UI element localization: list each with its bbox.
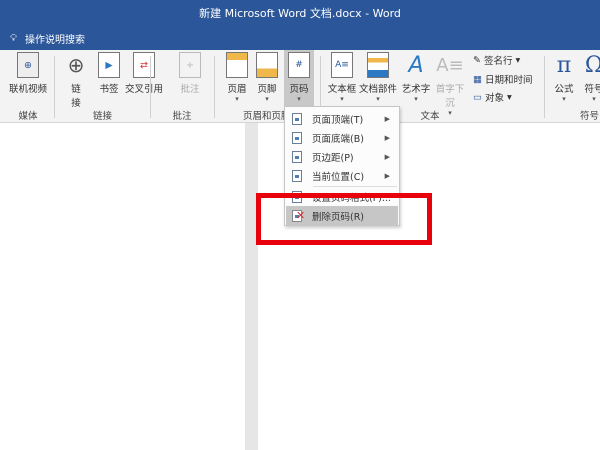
page-margin-icon <box>292 150 302 163</box>
footer-button[interactable]: 页脚 ▾ <box>254 52 280 103</box>
group-text: 文本 <box>420 111 440 122</box>
window-title: 新建 Microsoft Word 文档.docx - Word <box>199 7 401 20</box>
group-links: 链接 <box>92 111 112 122</box>
signature-icon: ✎ <box>473 54 481 66</box>
wordart-icon: A <box>408 52 424 78</box>
highlight-annotation-box <box>256 193 432 245</box>
menu-item-top-of-page[interactable]: 页面顶端(T) ▶ <box>286 109 398 128</box>
comment-button[interactable]: + 批注 <box>176 52 204 95</box>
bookmark-icon: ▶ <box>98 52 120 78</box>
search-label: 操作说明搜索 <box>25 35 85 46</box>
omega-icon: Ω <box>584 52 600 78</box>
symbol-button[interactable]: Ω 符号 ▾ <box>582 52 600 104</box>
header-icon <box>226 52 248 78</box>
page-number-icon: # <box>288 52 310 78</box>
bookmark-button[interactable]: ▶ 书签 <box>96 52 122 95</box>
lightbulb-icon: 💡︎ <box>10 33 17 44</box>
quick-parts-icon <box>367 52 389 78</box>
menu-item-page-margins[interactable]: 页边距(P) ▶ <box>286 147 398 166</box>
menu-item-bottom-of-page[interactable]: 页面底端(B) ▶ <box>286 128 398 147</box>
online-video-button[interactable]: ⊕ 联机视频 <box>8 52 48 95</box>
date-time-button[interactable]: ▦ 日期和时间 <box>473 72 533 87</box>
globe-link-icon: ⊕ <box>67 53 85 77</box>
new-comment-icon: + <box>179 52 201 78</box>
textbox-button[interactable]: A≡ 文本框 ▾ <box>326 52 358 103</box>
object-button[interactable]: ▭ 对象 ▾ <box>473 90 512 105</box>
signature-line-button[interactable]: ✎ 签名行 ▾ <box>473 53 520 68</box>
menu-item-current-position[interactable]: 当前位置(C) ▶ <box>286 166 398 185</box>
textbox-icon: A≡ <box>331 52 353 78</box>
group-comments: 批注 <box>172 111 192 122</box>
group-media: 媒体 <box>18 111 38 122</box>
calendar-icon: ▦ <box>473 73 482 85</box>
submenu-arrow-icon: ▶ <box>384 152 390 161</box>
video-globe-icon: ⊕ <box>17 52 39 78</box>
pi-icon: π <box>556 52 572 78</box>
page-top-icon <box>292 112 302 125</box>
tell-me-search[interactable]: 💡︎ 操作说明搜索 <box>10 31 85 46</box>
wordart-button[interactable]: A 艺术字 ▾ <box>400 52 432 104</box>
group-symbols: 符号 <box>580 111 600 122</box>
page-bottom-icon <box>292 131 302 144</box>
submenu-arrow-icon: ▶ <box>384 171 390 180</box>
submenu-arrow-icon: ▶ <box>384 114 390 123</box>
current-position-icon <box>292 169 302 182</box>
footer-icon <box>256 52 278 78</box>
header-button[interactable]: 页眉 ▾ <box>224 52 250 103</box>
submenu-arrow-icon: ▶ <box>384 133 390 142</box>
quick-parts-button[interactable]: 文档部件 ▾ <box>358 52 398 103</box>
dropcap-icon: A≡ <box>436 54 464 76</box>
title-bar: 新建 Microsoft Word 文档.docx - Word 💡︎ 操作说明… <box>0 0 600 50</box>
cross-reference-button[interactable]: ⇄ 交叉引用 <box>124 52 164 95</box>
page-number-button[interactable]: # 页码 ▾ <box>284 50 314 106</box>
equation-button[interactable]: π 公式 ▾ <box>552 52 576 104</box>
link-button[interactable]: ⊕ 链 接 <box>64 52 88 109</box>
cross-reference-icon: ⇄ <box>133 52 155 78</box>
page-margin-gutter <box>245 123 258 450</box>
object-icon: ▭ <box>473 91 482 103</box>
